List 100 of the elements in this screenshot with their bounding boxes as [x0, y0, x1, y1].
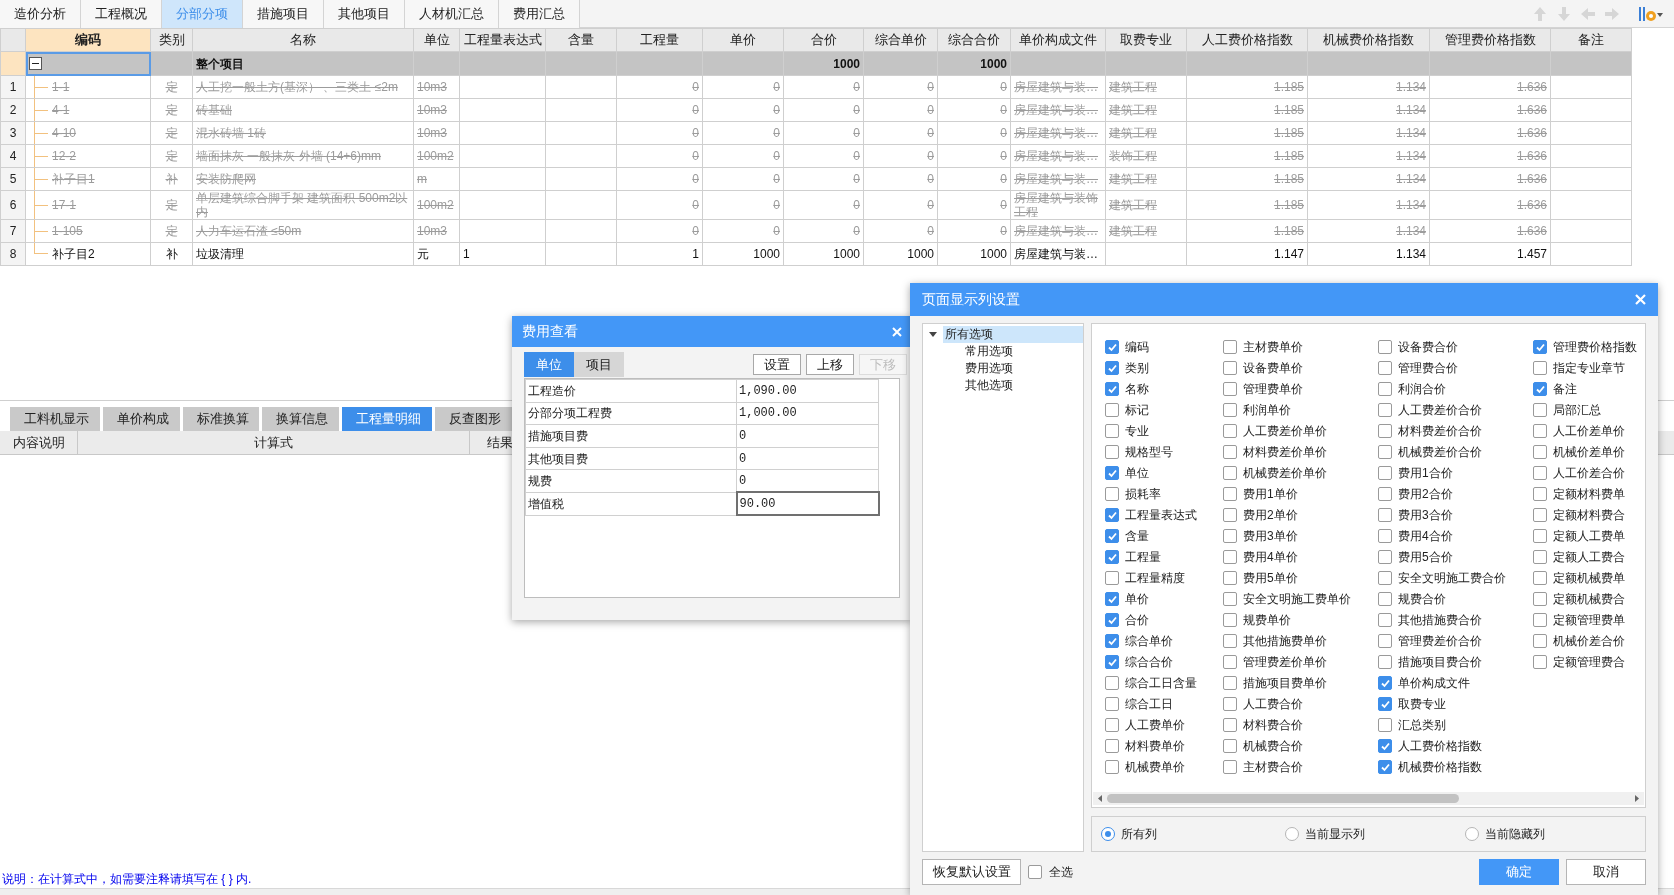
checkbox[interactable]: [1378, 759, 1392, 774]
checkbox[interactable]: [1533, 591, 1547, 606]
column-header[interactable]: 人工费价格指数: [1186, 28, 1308, 52]
checkbox[interactable]: [1378, 507, 1392, 522]
checkbox[interactable]: [1533, 486, 1547, 501]
checkbox[interactable]: [1223, 528, 1237, 543]
table-cell[interactable]: 0: [736, 469, 879, 493]
checkbox[interactable]: [1378, 381, 1392, 396]
checkbox[interactable]: [1378, 591, 1392, 606]
close-icon[interactable]: [1635, 294, 1646, 305]
checkbox[interactable]: [1223, 486, 1237, 501]
checkbox[interactable]: [1378, 444, 1392, 459]
row-header[interactable]: 5: [0, 167, 26, 191]
tab[interactable]: 单价构成: [103, 407, 180, 431]
row-header[interactable]: 4: [0, 144, 26, 168]
checkbox[interactable]: [1105, 507, 1119, 522]
tree-item[interactable]: 其他选项: [963, 377, 1083, 394]
table-cell[interactable]: 1,090.00: [736, 379, 879, 403]
checkbox[interactable]: [1223, 402, 1237, 417]
checkbox[interactable]: [1378, 465, 1392, 480]
checkbox[interactable]: [1533, 423, 1547, 438]
column-header[interactable]: 综合单价: [863, 28, 938, 52]
checkbox[interactable]: [1533, 381, 1547, 396]
column-header[interactable]: 编码: [25, 28, 151, 52]
checkbox[interactable]: [1105, 591, 1119, 606]
column-header[interactable]: 备注: [1550, 28, 1632, 52]
column-header[interactable]: 管理费价格指数: [1429, 28, 1551, 52]
checkbox[interactable]: [1533, 360, 1547, 375]
checkbox[interactable]: [1223, 612, 1237, 627]
column-header[interactable]: 名称: [192, 28, 414, 52]
checkbox[interactable]: [1533, 465, 1547, 480]
checkbox[interactable]: [1378, 612, 1392, 627]
scroll-left-icon[interactable]: [1097, 794, 1103, 803]
radio-button[interactable]: [1101, 827, 1115, 841]
checkbox[interactable]: [1378, 633, 1392, 648]
checkbox[interactable]: [1533, 528, 1547, 543]
checkbox[interactable]: [1105, 381, 1119, 396]
checkbox[interactable]: [1223, 591, 1237, 606]
checkbox[interactable]: [1223, 507, 1237, 522]
tab[interactable]: 人材机汇总: [405, 0, 499, 28]
checkbox[interactable]: [1378, 717, 1392, 732]
checkbox[interactable]: [1378, 402, 1392, 417]
close-icon[interactable]: [892, 326, 902, 337]
column-header[interactable]: 计算式: [78, 431, 470, 454]
checkbox[interactable]: [1378, 738, 1392, 753]
expanded-icon[interactable]: [929, 330, 937, 339]
tree-item[interactable]: 所有选项: [943, 326, 1083, 343]
checkbox[interactable]: [1223, 738, 1237, 753]
tab[interactable]: 标准换算: [183, 407, 259, 431]
checkbox[interactable]: [1378, 339, 1392, 354]
checkbox[interactable]: [1378, 675, 1392, 690]
checkbox[interactable]: [1223, 339, 1237, 354]
checkbox[interactable]: [1378, 549, 1392, 564]
checkbox[interactable]: [1223, 675, 1237, 690]
column-header[interactable]: 含量: [545, 28, 617, 52]
checkbox[interactable]: [1378, 423, 1392, 438]
checkbox[interactable]: [1378, 570, 1392, 585]
column-header[interactable]: 机械费价格指数: [1307, 28, 1430, 52]
checkbox[interactable]: [1378, 486, 1392, 501]
checkbox[interactable]: [1223, 759, 1237, 774]
column-header[interactable]: 合价: [783, 28, 864, 52]
checkbox[interactable]: [1533, 507, 1547, 522]
table-cell[interactable]: 90.00: [736, 492, 879, 516]
tab[interactable]: 项目: [574, 352, 624, 377]
checkbox[interactable]: [1378, 654, 1392, 669]
checkbox[interactable]: [1105, 738, 1119, 753]
checkbox[interactable]: [1105, 675, 1119, 690]
checkbox[interactable]: [1533, 444, 1547, 459]
scroll-right-icon[interactable]: [1634, 794, 1640, 803]
checkbox[interactable]: [1533, 549, 1547, 564]
checkbox[interactable]: [1223, 570, 1237, 585]
checkbox[interactable]: [1223, 696, 1237, 711]
column-header[interactable]: 类别: [150, 28, 193, 52]
column-header[interactable]: 工程量: [616, 28, 703, 52]
button[interactable]: 设置: [753, 354, 801, 375]
tree-item[interactable]: 费用选项: [963, 360, 1083, 377]
checkbox[interactable]: [1223, 465, 1237, 480]
checkbox[interactable]: [1105, 423, 1119, 438]
checkbox[interactable]: [1105, 444, 1119, 459]
checkbox[interactable]: [1105, 570, 1119, 585]
table-cell[interactable]: 1,000.00: [736, 402, 879, 425]
column-header[interactable]: 单价: [702, 28, 784, 52]
checkbox[interactable]: [1105, 486, 1119, 501]
column-header[interactable]: 工程量表达式: [459, 28, 546, 52]
column-header[interactable]: 单位: [413, 28, 460, 52]
checkbox[interactable]: [1028, 865, 1042, 879]
checkbox[interactable]: [1105, 696, 1119, 711]
checkbox[interactable]: [1223, 654, 1237, 669]
checkbox[interactable]: [1223, 717, 1237, 732]
collapse-icon[interactable]: [29, 57, 42, 70]
checkbox[interactable]: [1533, 612, 1547, 627]
checkbox[interactable]: [1105, 339, 1119, 354]
checkbox[interactable]: [1533, 633, 1547, 648]
checkbox[interactable]: [1533, 654, 1547, 669]
checkbox[interactable]: [1223, 381, 1237, 396]
tab[interactable]: 其他项目: [324, 0, 405, 28]
radio-button[interactable]: [1285, 827, 1299, 841]
checkbox[interactable]: [1533, 570, 1547, 585]
table-cell[interactable]: 0: [736, 447, 879, 470]
horizontal-scrollbar[interactable]: [1093, 792, 1644, 805]
